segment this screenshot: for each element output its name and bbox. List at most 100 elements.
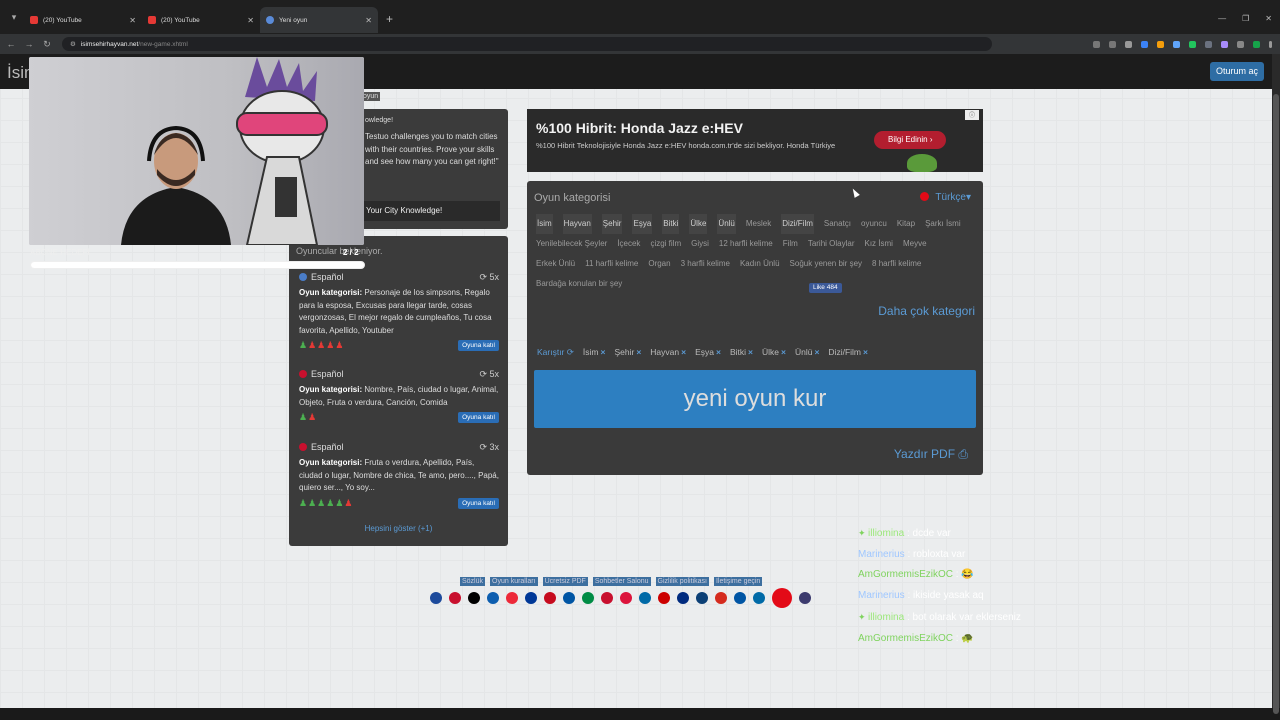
extension-icon[interactable] (1189, 40, 1196, 48)
category-option[interactable]: oyuncu (861, 214, 887, 234)
tab-close-icon[interactable]: ✕ (247, 16, 254, 25)
forward-icon[interactable]: → (22, 39, 36, 49)
browser-tab[interactable]: (20) YouTube ✕ (142, 7, 260, 33)
category-option[interactable]: Yenilebilecek Şeyler (536, 234, 607, 254)
country-flag-icon[interactable] (601, 592, 613, 604)
country-flag-icon[interactable] (715, 592, 727, 604)
country-flag-icon[interactable] (506, 592, 518, 604)
url-field[interactable]: ⚙ isimsehirhayvan.net/new-game.xhtml (62, 37, 992, 51)
category-option[interactable]: Soğuk yenen bir şey (790, 254, 863, 274)
join-game-button[interactable]: Oyuna katıl (458, 412, 499, 423)
category-option[interactable]: Kitap (897, 214, 915, 234)
menu-dots-icon[interactable] (1269, 40, 1272, 48)
country-flag-icon[interactable] (772, 588, 792, 608)
country-flag-icon[interactable] (582, 592, 594, 604)
category-option[interactable]: Meyve (903, 234, 927, 254)
category-option[interactable]: İçecek (617, 234, 640, 254)
facebook-like-button[interactable]: Like 484 (809, 283, 842, 293)
new-game-button[interactable]: yeni oyun kur (534, 370, 976, 428)
selected-category[interactable]: Ünlü × (795, 347, 819, 358)
category-option[interactable]: 8 harfli kelime (872, 254, 921, 274)
extension-icon[interactable] (1221, 40, 1228, 48)
remove-x-icon[interactable]: × (601, 347, 606, 357)
category-option[interactable]: Meslek (746, 214, 771, 234)
category-option[interactable]: Bardağa konulan bir şey (536, 274, 622, 294)
maximize-icon[interactable]: ❐ (1242, 14, 1249, 23)
print-pdf-link[interactable]: Yazdır PDF ⎙ (894, 447, 968, 462)
category-option[interactable]: Sanatçı (824, 214, 851, 234)
ad-banner[interactable]: %100 Hibrit: Honda Jazz e:HEV %100 Hibri… (527, 109, 983, 172)
login-button[interactable]: Oturum aç (1209, 62, 1264, 81)
category-option[interactable]: İsim (536, 214, 553, 234)
remove-x-icon[interactable]: × (716, 347, 721, 357)
country-flag-icon[interactable] (799, 592, 811, 604)
country-flag-icon[interactable] (487, 592, 499, 604)
selected-category[interactable]: İsim × (583, 347, 606, 358)
category-option[interactable]: 12 harfli kelime (719, 234, 773, 254)
category-option[interactable]: Kadın Ünlü (740, 254, 780, 274)
category-option[interactable]: Giysi (691, 234, 709, 254)
category-option[interactable]: Dizi/Film (781, 214, 814, 234)
reload-icon[interactable]: ↻ (40, 39, 54, 50)
selected-category[interactable]: Şehir × (614, 347, 641, 358)
page-scrollbar[interactable] (1272, 54, 1280, 714)
back-icon[interactable]: ← (4, 39, 18, 49)
remove-x-icon[interactable]: × (863, 347, 868, 357)
new-tab-button[interactable]: + (386, 12, 393, 26)
country-flag-icon[interactable] (696, 592, 708, 604)
footer-link[interactable]: İletişime geçin (713, 577, 763, 586)
footer-link[interactable]: Oyun kuralları (490, 577, 538, 586)
ad-info-icon[interactable]: ⓘ (965, 110, 979, 120)
category-option[interactable]: Şarkı İsmi (925, 214, 961, 234)
scrollbar-thumb[interactable] (1273, 94, 1279, 714)
tab-search-icon[interactable]: ▾ (4, 7, 24, 27)
extension-icon[interactable] (1141, 40, 1148, 48)
more-categories-link[interactable]: Daha çok kategori (878, 304, 975, 318)
selected-category[interactable]: Dizi/Film × (828, 347, 868, 358)
category-option[interactable]: Eşya (632, 214, 653, 234)
minimize-icon[interactable]: — (1218, 14, 1226, 23)
country-flag-icon[interactable] (620, 592, 632, 604)
extension-icon[interactable] (1173, 40, 1180, 48)
country-flag-icon[interactable] (468, 592, 480, 604)
category-option[interactable]: Şehir (601, 214, 623, 234)
puzzle-icon[interactable] (1237, 40, 1244, 48)
remove-x-icon[interactable]: × (681, 347, 686, 357)
language-select[interactable]: Türkçe▾ (920, 192, 971, 203)
country-flag-icon[interactable] (658, 592, 670, 604)
promo-link[interactable]: Your City Knowledge! (363, 201, 500, 221)
country-flag-icon[interactable] (639, 592, 651, 604)
footer-link[interactable]: Ücretsiz PDF (542, 577, 588, 586)
category-option[interactable]: Erkek Ünlü (536, 254, 575, 274)
site-info-icon[interactable]: ⚙ (70, 40, 76, 48)
remove-x-icon[interactable]: × (748, 347, 753, 357)
selected-category[interactable]: Eşya × (695, 347, 721, 358)
category-option[interactable]: Tarihi Olaylar (808, 234, 855, 254)
extension-icon[interactable] (1157, 40, 1164, 48)
category-option[interactable]: Kız İsmi (865, 234, 893, 254)
tab-close-icon[interactable]: ✕ (365, 16, 372, 25)
browser-tab[interactable]: Yeni oyun ✕ (260, 7, 378, 33)
remove-x-icon[interactable]: × (636, 347, 641, 357)
country-flag-icon[interactable] (677, 592, 689, 604)
join-game-button[interactable]: Oyuna katıl (458, 340, 499, 351)
country-flag-icon[interactable] (430, 592, 442, 604)
join-game-button[interactable]: Oyuna katıl (458, 497, 499, 509)
extension-icon[interactable] (1253, 40, 1260, 48)
country-flag-icon[interactable] (734, 592, 746, 604)
category-option[interactable]: Ülke (689, 214, 708, 234)
category-option[interactable]: Ünlü (717, 214, 736, 234)
selected-category[interactable]: Ülke × (762, 347, 786, 358)
extension-icon[interactable] (1205, 40, 1212, 48)
country-flag-icon[interactable] (449, 592, 461, 604)
category-option[interactable]: çizgi film (650, 234, 681, 254)
eye-off-icon[interactable] (1109, 40, 1116, 48)
country-flag-icon[interactable] (544, 592, 556, 604)
category-option[interactable]: 11 harfli kelime (585, 254, 638, 274)
shuffle-button[interactable]: Karıştır ⟳ (537, 347, 574, 358)
footer-link[interactable]: Sohbetler Salonu (592, 577, 651, 586)
browser-tab[interactable]: (20) YouTube ✕ (24, 7, 142, 33)
category-option[interactable]: 3 harfli kelime (681, 254, 730, 274)
zoom-icon[interactable] (1093, 40, 1100, 48)
footer-link[interactable]: Sözlük (460, 577, 486, 586)
